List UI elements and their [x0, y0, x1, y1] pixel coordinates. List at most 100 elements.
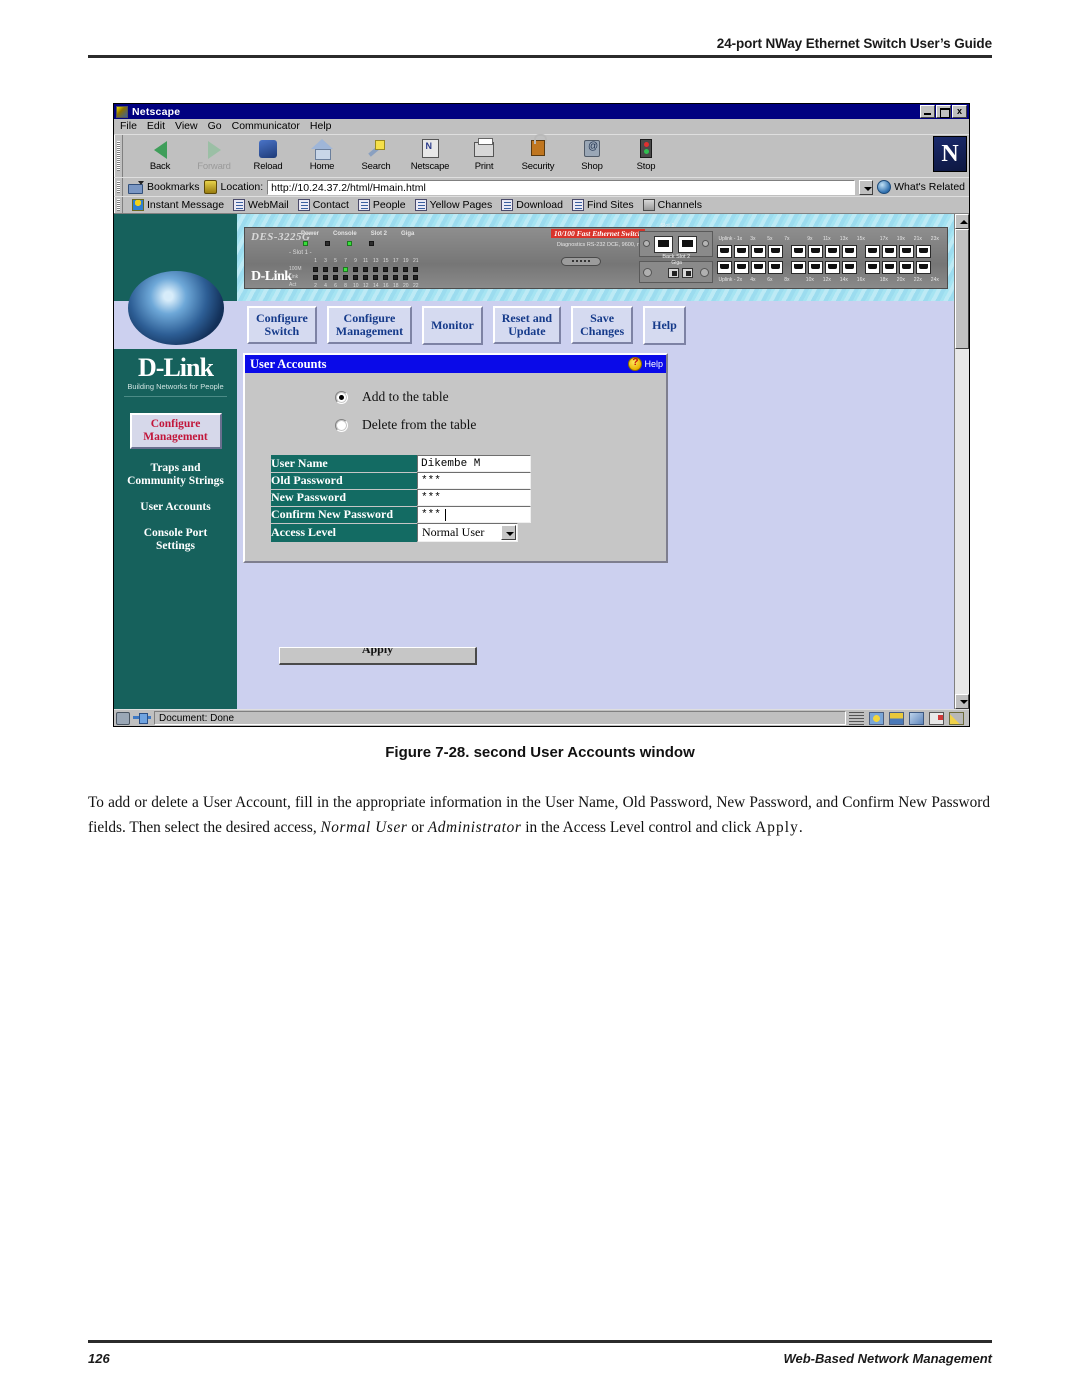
tray-newsgroups-icon[interactable] [909, 711, 924, 725]
personal-item-find-sites[interactable]: Find Sites [569, 199, 637, 211]
indicator-label-slot2: Slot 2 [370, 230, 388, 237]
person-icon [132, 199, 144, 211]
input-user-name[interactable]: Dikembe M [417, 455, 531, 472]
radio-delete-from-table[interactable]: Delete from the table [335, 417, 666, 433]
select-access-level[interactable]: Normal User [417, 523, 518, 542]
menu-item-edit[interactable]: Edit [147, 120, 165, 132]
print-button[interactable]: Print [457, 137, 511, 172]
figure-caption: Figure 7-28. second User Accounts window [385, 744, 695, 761]
led-giga [369, 240, 374, 246]
tray-address-book-icon[interactable] [929, 711, 944, 725]
menu-item-go[interactable]: Go [208, 120, 222, 132]
toolbar-grip-navigation[interactable] [114, 135, 123, 177]
nav-save-changes[interactable]: Save Changes [571, 306, 634, 344]
menu-item-view[interactable]: View [175, 120, 198, 132]
slot1-caption: Slot 1 [660, 222, 675, 229]
panel-body: Add to the table Delete from the table U… [245, 373, 666, 665]
sidebar-item-traps-community-strings[interactable]: Traps and Community Strings [114, 462, 237, 488]
personal-item-download[interactable]: Download [498, 199, 566, 211]
form-row-access-level: Access Level Normal User [271, 523, 537, 543]
url-dropdown-button[interactable] [859, 179, 874, 195]
whats-related-button[interactable]: What's Related [877, 180, 967, 194]
led-slot2 [347, 240, 352, 246]
nav-help[interactable]: Help [643, 305, 686, 345]
forward-arrow-icon [202, 138, 226, 160]
personal-item-instant-message[interactable]: Instant Message [129, 199, 227, 211]
chevron-down-icon[interactable] [501, 525, 516, 540]
security-button-label: Security [521, 161, 555, 172]
security-lock-icon[interactable] [116, 711, 130, 725]
menu-item-help[interactable]: Help [310, 120, 332, 132]
sidebar-brand: D-Link [138, 353, 214, 382]
tray-lines-icon[interactable] [849, 711, 864, 725]
scroll-thumb[interactable] [955, 229, 969, 349]
close-button[interactable]: x [952, 105, 967, 118]
input-new-password[interactable]: *** [417, 489, 531, 506]
rj45-row-bottom [717, 260, 943, 274]
reload-button[interactable]: Reload [241, 137, 295, 172]
radio-add-to-table[interactable]: Add to the table [335, 389, 666, 405]
personal-item-label: Instant Message [147, 199, 225, 211]
panel-help-button[interactable]: Help [628, 357, 663, 371]
restore-button[interactable] [936, 105, 951, 118]
personal-item-yellow-pages[interactable]: Yellow Pages [412, 199, 496, 211]
input-confirm-new-password[interactable]: *** [417, 506, 531, 523]
menu-item-communicator[interactable]: Communicator [232, 120, 300, 132]
sidebar-item-console-port-settings[interactable]: Console Port Settings [114, 527, 237, 553]
nav-reset-and-update[interactable]: Reset and Update [492, 306, 562, 344]
toolbar-grip-personal[interactable] [114, 197, 123, 213]
body-apply-keyword: Apply [755, 819, 799, 836]
tray-composer-icon[interactable] [949, 711, 964, 725]
radio-button-add[interactable] [335, 390, 348, 404]
search-button[interactable]: Search [349, 137, 403, 172]
scroll-track[interactable] [955, 229, 969, 694]
url-input[interactable]: http://10.24.37.2/html/Hmain.html [267, 179, 856, 195]
location-toolbar-row: Bookmarks Location: http://10.24.37.2/ht… [114, 177, 969, 196]
form-row-user-name: User Name Dikembe M [271, 455, 537, 473]
tray-mailbox-icon[interactable] [889, 711, 904, 725]
netscape-browser-window: Netscape x File Edit View Go Communicato… [113, 103, 970, 727]
reload-icon [256, 138, 280, 160]
personal-item-webmail[interactable]: WebMail [230, 199, 292, 211]
rj45-row-top [717, 244, 943, 258]
tray-navigator-icon[interactable] [869, 711, 884, 725]
bookmarks-label[interactable]: Bookmarks [147, 181, 200, 193]
netscape-logo-icon[interactable]: N [933, 136, 967, 172]
back-button[interactable]: Back [133, 137, 187, 172]
input-old-password[interactable]: *** [417, 472, 531, 489]
radio-button-delete[interactable] [335, 418, 348, 432]
home-button-label: Home [309, 161, 335, 172]
minimize-button[interactable] [920, 105, 935, 118]
netscape-icon [418, 138, 442, 160]
nav-configure-switch[interactable]: Configure Switch [247, 306, 317, 344]
personal-item-contact[interactable]: Contact [295, 199, 352, 211]
forward-button[interactable]: Forward [187, 137, 241, 172]
browser-status-bar: Document: Done [114, 709, 969, 726]
netscape-button[interactable]: Netscape [403, 137, 457, 172]
personal-item-channels[interactable]: Channels [640, 199, 705, 211]
scroll-up-button[interactable] [955, 214, 969, 229]
nav-configure-management[interactable]: Configure Management [326, 306, 413, 344]
radio-add-label: Add to the table [362, 389, 449, 404]
globe-icon [877, 180, 892, 194]
label-access-level: Access Level [271, 523, 417, 543]
toolbar-grip-location[interactable] [114, 178, 123, 196]
menu-item-file[interactable]: File [120, 120, 137, 132]
window-controls: x [920, 105, 967, 118]
label-new-password: New Password [271, 489, 417, 507]
sidebar-current-section[interactable]: Configure Management [129, 413, 222, 449]
vertical-scrollbar[interactable] [954, 214, 969, 709]
led-console [325, 240, 330, 246]
sidebar-item-user-accounts[interactable]: User Accounts [114, 501, 237, 514]
personal-item-people[interactable]: People [355, 199, 409, 211]
home-button[interactable]: Home [295, 137, 349, 172]
shop-button[interactable]: Shop [565, 137, 619, 172]
nav-monitor[interactable]: Monitor [422, 305, 483, 345]
scroll-down-button[interactable] [955, 694, 969, 709]
bookmarks-icon[interactable] [128, 180, 144, 194]
stop-button[interactable]: Stop [619, 137, 673, 172]
apply-button[interactable]: Apply [279, 647, 477, 665]
whats-related-label: What's Related [894, 181, 965, 193]
connection-icon[interactable] [133, 712, 151, 724]
security-button[interactable]: Security [511, 134, 565, 172]
